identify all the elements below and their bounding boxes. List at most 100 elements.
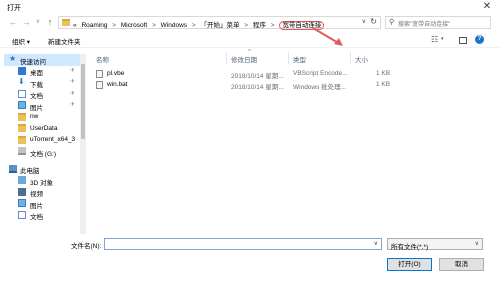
sidebar-item-pc-pictures[interactable]: 图片 xyxy=(4,198,82,210)
sidebar-item-label: 文档 xyxy=(30,214,43,221)
sidebar-item-label: 桌面 xyxy=(30,70,43,77)
pin-icon[interactable]: ✈ xyxy=(70,101,75,108)
chevron-down-icon[interactable]: ∨ xyxy=(362,18,366,25)
drive-icon xyxy=(18,147,26,155)
file-type-select[interactable]: 所有文件(*.*) ∨ xyxy=(387,238,483,251)
sidebar-item-desktop[interactable]: 桌面 ✈ xyxy=(4,66,82,77)
folder-icon xyxy=(62,19,70,26)
command-bar: 组织 ▾ 新建文件夹 ☷ ▾ ? xyxy=(0,32,499,48)
filename-label: 文件名(N): xyxy=(71,243,102,250)
folder-icon xyxy=(18,124,26,132)
column-divider[interactable] xyxy=(288,52,289,64)
sidebar-item-label: uTorrent_x64_3 xyxy=(30,136,76,143)
breadcrumb-overflow[interactable]: « xyxy=(73,22,77,29)
video-icon xyxy=(18,187,26,196)
open-button[interactable]: 打开(O) xyxy=(387,258,432,271)
sidebar-item-label: 此电脑 xyxy=(20,168,40,175)
sidebar-item-label: 下载 xyxy=(30,81,43,89)
breadcrumb-roaming[interactable]: Roaming xyxy=(81,22,107,29)
up-arrow-icon[interactable]: ↑ xyxy=(45,17,55,28)
breadcrumb-broadband-autoconnect[interactable]: 宽带自动连接 xyxy=(279,21,325,30)
table-row[interactable]: pl.vbe 2018/10/14 星期... VBScript Encode.… xyxy=(92,69,492,80)
sidebar-item-label: 文档 (G:) xyxy=(30,150,56,158)
new-folder-button[interactable]: 新建文件夹 xyxy=(48,36,81,46)
breadcrumb-separator[interactable]: > xyxy=(244,22,248,29)
breadcrumb-programs[interactable]: 程序 xyxy=(253,22,266,29)
column-header-size[interactable]: 大小 xyxy=(355,54,368,64)
close-icon[interactable]: ✕ xyxy=(480,1,494,12)
sidebar-item-pictures[interactable]: 图片 ✈ xyxy=(4,100,82,112)
chevron-down-icon[interactable]: ∨ xyxy=(475,240,479,247)
column-header-type[interactable]: 类型 xyxy=(293,54,306,64)
chevron-down-icon[interactable]: ▾ xyxy=(441,36,444,42)
breadcrumb-start-menu[interactable]: 「开始」菜单 xyxy=(200,22,239,29)
desktop-icon xyxy=(18,66,26,75)
sidebar-item-3d-objects[interactable]: 3D 对象 xyxy=(4,175,82,187)
breadcrumb-separator[interactable]: > xyxy=(192,22,196,29)
sidebar-item-pc-documents[interactable]: 文档 xyxy=(4,210,82,221)
sidebar-item-label: 3D 对象 xyxy=(30,179,54,187)
file-list-header: 名称 ^ 修改日期 类型 大小 xyxy=(92,49,492,64)
sidebar-item-documents[interactable]: 文档 ✈ xyxy=(4,89,82,100)
sidebar-item-label: 文档 xyxy=(30,93,43,100)
breadcrumb-separator[interactable]: > xyxy=(271,22,275,29)
table-row[interactable]: win.bat 2018/10/14 星期... Windows 批处理... … xyxy=(92,80,492,91)
breadcrumb-microsoft[interactable]: Microsoft xyxy=(121,22,147,29)
recent-locations-icon[interactable]: ∨ xyxy=(33,17,43,28)
chevron-down-icon[interactable]: ∨ xyxy=(374,240,378,247)
3d-objects-icon xyxy=(18,176,26,184)
file-modified: 2018/10/14 星期... xyxy=(231,84,284,91)
search-input[interactable]: ⚲ 搜索"宽带自动连接" xyxy=(385,16,491,29)
pin-icon[interactable]: ✈ xyxy=(70,67,75,74)
sidebar-item-quick-access[interactable]: ★ 快速访问 xyxy=(4,54,82,66)
organize-button[interactable]: 组织 ▾ xyxy=(12,36,30,46)
title-bar: 打开 ✕ xyxy=(0,0,499,14)
breadcrumb-windows[interactable]: Windows xyxy=(161,22,187,29)
search-icon: ⚲ xyxy=(389,19,395,26)
sidebar-item-label: 视频 xyxy=(30,191,43,198)
sidebar-item-utorrent[interactable]: uTorrent_x64_3 xyxy=(4,135,82,147)
column-header-name[interactable]: 名称 xyxy=(96,54,109,64)
column-divider[interactable] xyxy=(350,52,351,64)
file-name: pl.vbe xyxy=(107,70,125,77)
folder-icon xyxy=(18,112,26,121)
refresh-icon[interactable]: ↻ xyxy=(370,17,377,26)
folder-icon xyxy=(18,135,26,144)
cancel-button[interactable]: 取消 xyxy=(439,258,484,271)
sidebar-item-drive-g[interactable]: 文档 (G:) xyxy=(4,146,82,158)
window-title: 打开 xyxy=(7,5,21,12)
picture-icon xyxy=(18,101,26,109)
breadcrumb-separator[interactable]: > xyxy=(112,22,116,29)
vbscript-file-icon xyxy=(96,70,103,78)
forward-arrow-icon[interactable]: → xyxy=(21,17,31,28)
back-arrow-icon[interactable]: ← xyxy=(8,17,18,28)
breadcrumb-separator[interactable]: > xyxy=(152,22,156,29)
sidebar-item-nw[interactable]: nw xyxy=(4,112,82,124)
scrollbar-thumb[interactable] xyxy=(81,64,85,139)
file-type: Windows 批处理... xyxy=(293,84,347,91)
computer-icon xyxy=(9,164,17,173)
file-size: 1 KB xyxy=(376,70,391,77)
sidebar-item-this-pc[interactable]: 此电脑 xyxy=(4,164,82,175)
pin-icon[interactable]: ✈ xyxy=(70,90,75,97)
star-icon: ★ xyxy=(9,54,17,63)
view-options-icon[interactable]: ☷ xyxy=(431,35,438,44)
pin-icon[interactable]: ✈ xyxy=(70,78,75,85)
file-type: VBScript Encode... xyxy=(293,70,348,77)
filename-input[interactable]: ∨ xyxy=(104,238,382,250)
file-type-value: 所有文件(*.*) xyxy=(391,244,429,251)
navigation-scrollbar[interactable] xyxy=(80,54,86,234)
column-divider[interactable] xyxy=(226,52,227,64)
sidebar-item-label: 快速访问 xyxy=(20,58,46,66)
search-placeholder: 搜索"宽带自动连接" xyxy=(398,22,451,28)
sidebar-item-downloads[interactable]: ⬇ 下载 ✈ xyxy=(4,77,82,89)
sidebar-item-videos[interactable]: 视频 xyxy=(4,187,82,198)
picture-icon xyxy=(18,199,26,207)
help-icon[interactable]: ? xyxy=(475,35,484,44)
sidebar-item-userdata[interactable]: UserData xyxy=(4,123,82,135)
address-bar[interactable]: « Roaming > Microsoft > Windows > 「开始」菜单… xyxy=(58,16,381,30)
column-header-modified[interactable]: 修改日期 xyxy=(231,54,257,64)
sidebar-item-label: nw xyxy=(30,113,39,120)
file-size: 1 KB xyxy=(376,81,391,88)
preview-pane-icon[interactable] xyxy=(459,37,467,44)
